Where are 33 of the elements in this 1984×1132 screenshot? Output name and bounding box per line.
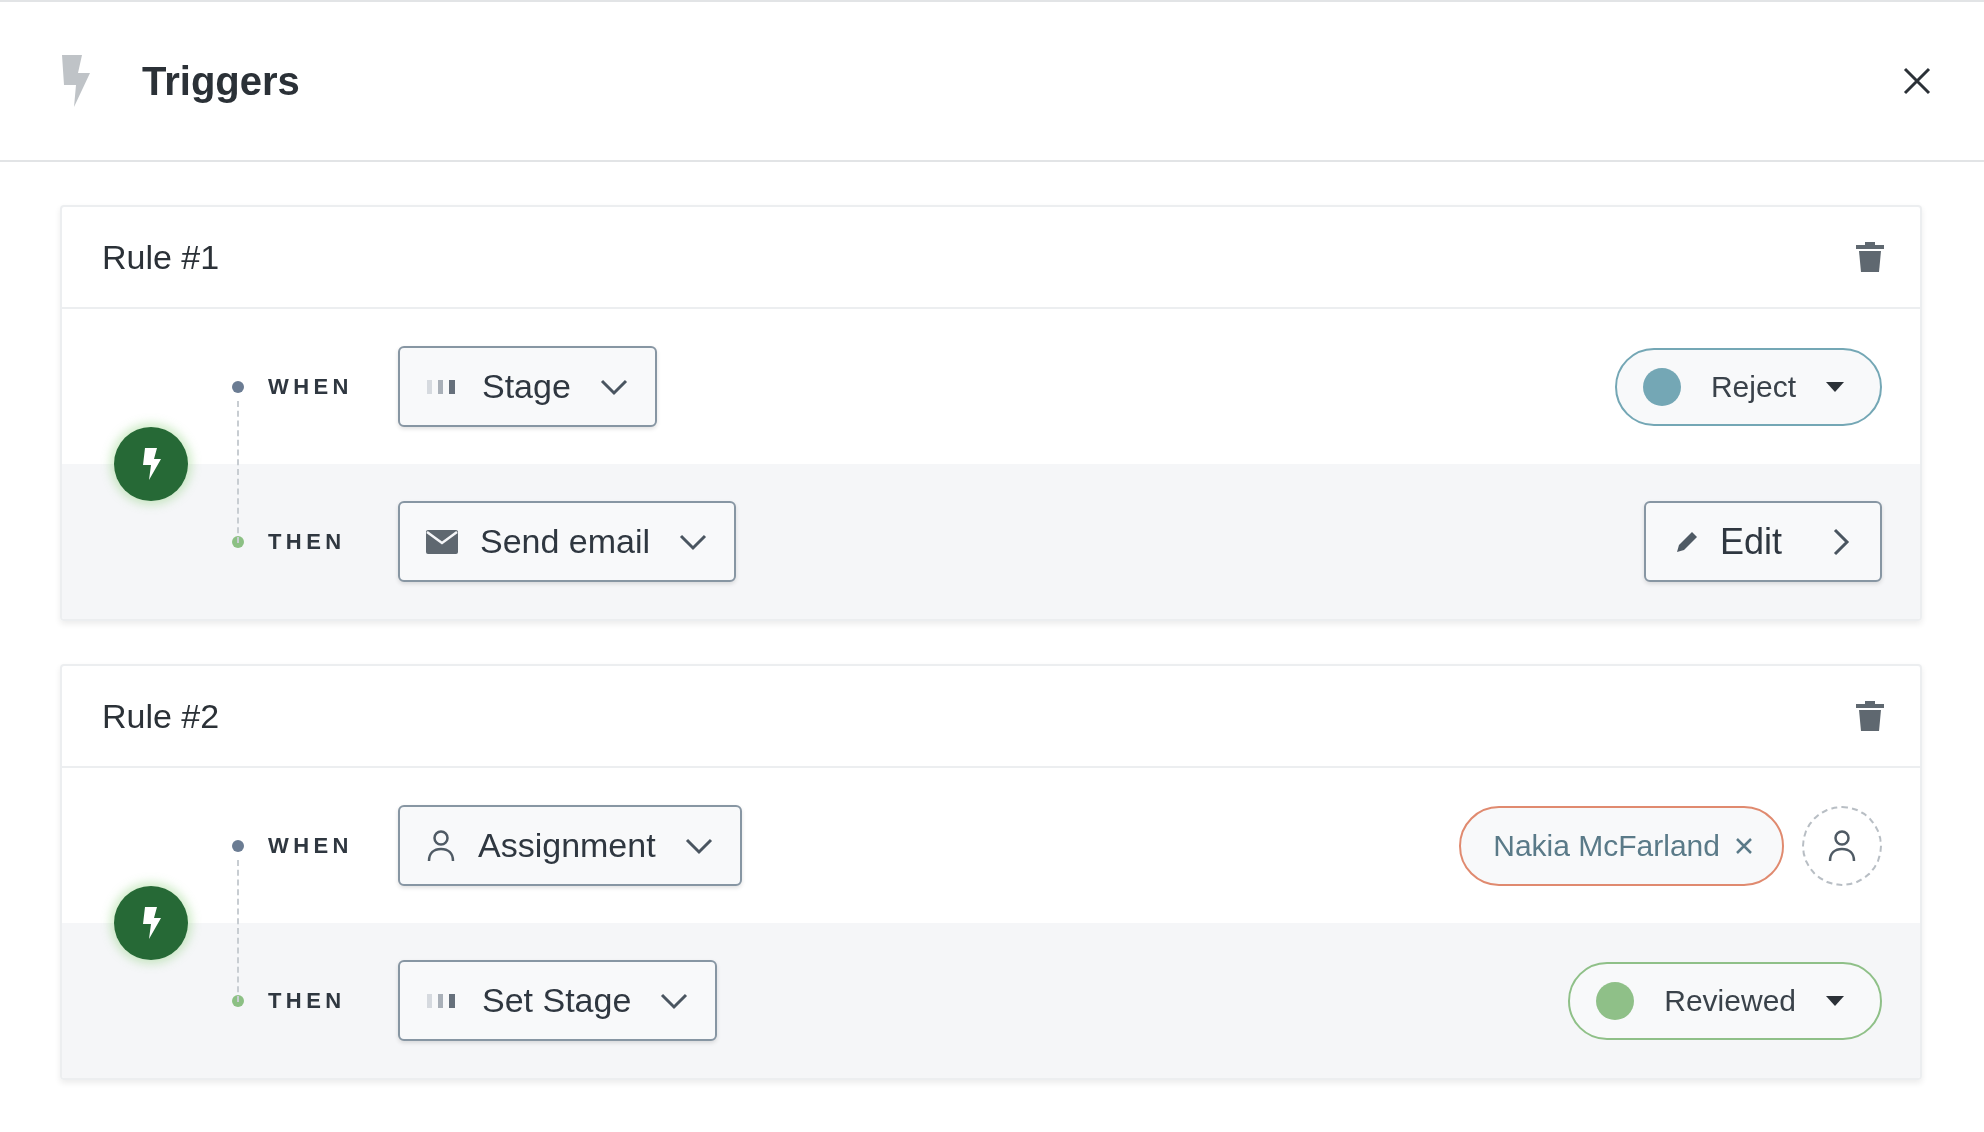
dropdown[interactable]: Send email <box>398 501 737 582</box>
person-icon <box>426 828 456 863</box>
dropdown[interactable]: Assignment <box>398 805 742 886</box>
remove-icon[interactable] <box>1734 835 1754 856</box>
lightning-icon <box>60 55 92 107</box>
status-dropdown[interactable]: Reject <box>1614 347 1882 426</box>
edit-button[interactable]: Edit <box>1643 501 1882 582</box>
dropdown[interactable]: Stage <box>398 346 657 427</box>
close-button[interactable] <box>1902 66 1932 96</box>
step-label: THEN <box>268 528 347 556</box>
chevron-down-icon <box>683 836 714 855</box>
chevron-down-icon <box>598 377 629 396</box>
add-assignee-button[interactable] <box>1802 805 1882 886</box>
chevron-down-icon <box>659 991 690 1010</box>
caret-down-icon <box>1826 381 1844 392</box>
lightning-icon <box>141 448 161 480</box>
person-icon <box>1827 828 1857 863</box>
chevron-right-icon <box>1832 526 1850 557</box>
rule-title: Rule #1 <box>102 236 220 278</box>
status-dropdown[interactable]: Reviewed <box>1568 961 1882 1040</box>
caret-down-icon <box>1826 995 1844 1006</box>
lightning-icon <box>141 907 161 939</box>
envelope-icon <box>426 529 458 554</box>
rule-title: Rule #2 <box>102 695 220 737</box>
step-label: THEN <box>268 987 347 1015</box>
delete-button[interactable] <box>1856 701 1884 731</box>
step-label: WHEN <box>268 832 354 860</box>
step-label: WHEN <box>268 373 354 401</box>
assignee-chip: Nakia McFarland <box>1459 805 1784 886</box>
dropdown[interactable]: Set Stage <box>398 960 718 1041</box>
delete-button[interactable] <box>1856 242 1884 272</box>
chevron-down-icon <box>678 532 709 551</box>
panel-title: Triggers <box>142 58 300 105</box>
